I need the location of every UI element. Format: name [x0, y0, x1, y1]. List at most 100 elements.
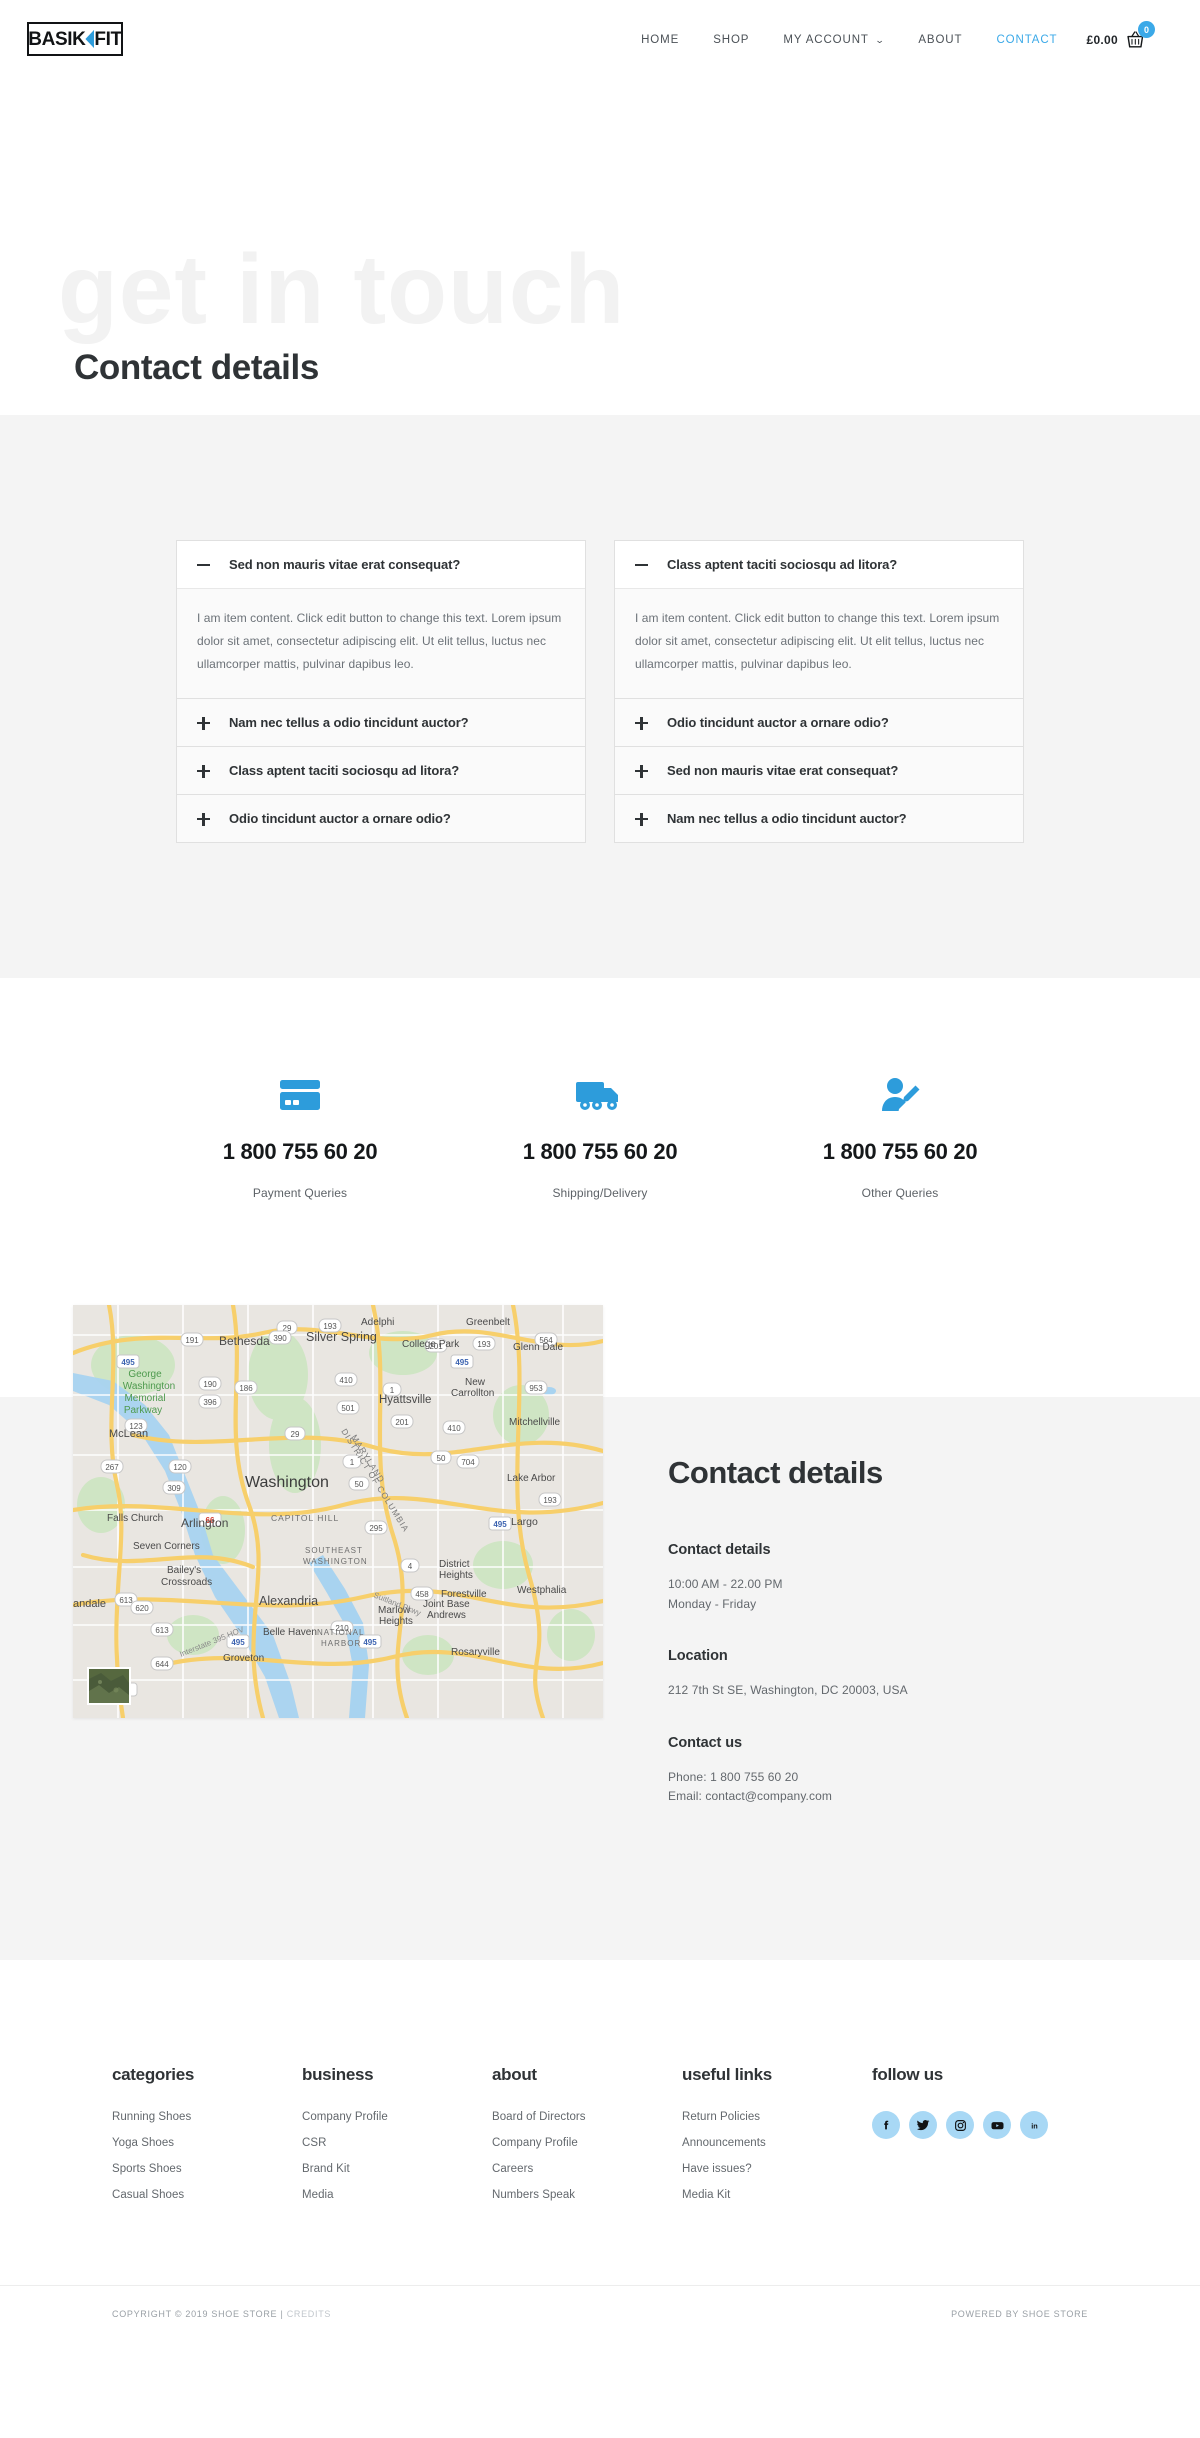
footer-heading: business — [302, 2065, 374, 2085]
nav-item-my-account[interactable]: MY ACCOUNT ⌄ — [766, 34, 901, 46]
footer-link[interactable]: Casual Shoes — [112, 2189, 302, 2201]
chevron-down-icon: ⌄ — [874, 34, 886, 45]
accordion-header[interactable]: Sed non mauris vitae erat consequat? — [177, 541, 585, 588]
svg-text:4: 4 — [408, 1562, 413, 1571]
plus-icon — [635, 716, 653, 730]
footer-link[interactable]: Company Profile — [302, 2111, 492, 2123]
accordion-title: Sed non mauris vitae erat consequat? — [667, 763, 899, 779]
svg-text:Seven Corners: Seven Corners — [133, 1541, 200, 1552]
accordion-title: Sed non mauris vitae erat consequat? — [229, 557, 461, 572]
footer-link[interactable]: Media — [302, 2189, 492, 2201]
accordion-header[interactable]: Class aptent taciti sociosqu ad litora? — [177, 747, 585, 795]
svg-text:Carrollton: Carrollton — [451, 1388, 494, 1399]
accordion-header[interactable]: Odio tincidunt auctor a ornare odio? — [177, 795, 585, 843]
accordion-title: Odio tincidunt auctor a ornare odio? — [229, 811, 451, 827]
facebook-icon[interactable] — [872, 2111, 900, 2140]
svg-text:Falls Church: Falls Church — [107, 1513, 163, 1524]
accordion-title: Nam nec tellus a odio tincidunt auctor? — [229, 715, 469, 731]
linkedin-icon[interactable]: in — [1020, 2111, 1048, 2140]
faq-columns: Sed non mauris vitae erat consequat? I a… — [176, 540, 1024, 844]
footer-link[interactable]: Yoga Shoes — [112, 2137, 302, 2149]
accordion-item: Sed non mauris vitae erat consequat? I a… — [176, 540, 586, 699]
accordion-header[interactable]: Odio tincidunt auctor a ornare odio? — [615, 699, 1023, 747]
youtube-icon[interactable] — [983, 2111, 1011, 2140]
footer-link[interactable]: Media Kit — [682, 2189, 872, 2201]
nav-item-home[interactable]: HOME — [624, 34, 696, 46]
svg-text:Washington: Washington — [123, 1381, 175, 1392]
svg-text:190: 190 — [203, 1380, 217, 1389]
svg-text:613: 613 — [119, 1596, 133, 1605]
svg-text:Heights: Heights — [439, 1570, 473, 1581]
svg-text:NATIONAL: NATIONAL — [317, 1628, 364, 1637]
credits-link[interactable]: CREDITS — [287, 2309, 331, 2319]
svg-text:Andrews: Andrews — [427, 1610, 466, 1621]
accordion-header[interactable]: Sed non mauris vitae erat consequat? — [615, 747, 1023, 795]
footer-link[interactable]: Board of Directors — [492, 2111, 682, 2123]
phone-label: Shipping/Delivery — [552, 1186, 648, 1201]
footer-link[interactable]: Careers — [492, 2163, 682, 2175]
nav-label: SHOP — [713, 34, 750, 46]
svg-text:295: 295 — [369, 1524, 383, 1533]
nav-item-about[interactable]: ABOUT — [901, 34, 979, 46]
footer-link[interactable]: Return Policies — [682, 2111, 872, 2123]
accordion-item: Odio tincidunt auctor a ornare odio? — [176, 794, 586, 844]
phone-number: 1 800 755 60 20 — [822, 1139, 978, 1165]
svg-text:George: George — [128, 1369, 162, 1380]
svg-text:in: in — [1031, 2121, 1038, 2130]
footer-link[interactable]: CSR — [302, 2137, 492, 2149]
nav-item-shop[interactable]: SHOP — [696, 34, 766, 46]
svg-text:Bailey's: Bailey's — [167, 1565, 201, 1576]
footer-link[interactable]: Announcements — [682, 2137, 872, 2149]
twitter-icon[interactable] — [909, 2111, 937, 2140]
svg-text:201: 201 — [395, 1418, 409, 1427]
svg-text:704: 704 — [461, 1458, 475, 1467]
accordion-header[interactable]: Nam nec tellus a odio tincidunt auctor? — [177, 699, 585, 747]
svg-text:Westphalia: Westphalia — [517, 1585, 567, 1596]
map-satellite-thumbnail[interactable] — [87, 1667, 131, 1706]
contact-number-shipping: 1 800 755 60 20 Shipping/Delivery — [450, 1073, 750, 1200]
accordion-title: Class aptent taciti sociosqu ad litora? — [229, 763, 460, 779]
footer-link[interactable]: Sports Shoes — [112, 2163, 302, 2175]
location-map[interactable]: 495 191 190 396 123 267 120 309 29 193 3… — [73, 1305, 603, 1719]
svg-text:495: 495 — [363, 1638, 377, 1647]
footer-link[interactable]: Company Profile — [492, 2137, 682, 2149]
copyright-label: COPYRIGHT © 2019 SHOE STORE | — [112, 2309, 287, 2320]
svg-text:458: 458 — [415, 1590, 429, 1599]
svg-text:McLean: McLean — [109, 1428, 148, 1440]
svg-text:Crossroads: Crossroads — [161, 1577, 212, 1588]
svg-text:Joint Base: Joint Base — [423, 1599, 470, 1610]
cart-widget[interactable]: £0.00 0 — [1074, 21, 1155, 50]
svg-text:Rosaryville: Rosaryville — [451, 1647, 500, 1658]
nav-item-contact[interactable]: CONTACT — [979, 34, 1074, 46]
main-navigation: HOME SHOP MY ACCOUNT ⌄ ABOUT CONTACT £0.… — [624, 0, 1155, 80]
instagram-icon[interactable] — [946, 2111, 974, 2140]
nav-label: MY ACCOUNT — [783, 34, 869, 46]
shopping-basket-icon[interactable]: 0 — [1126, 21, 1155, 50]
site-logo[interactable]: BASIK FIT — [27, 22, 123, 56]
svg-text:Adelphi: Adelphi — [361, 1317, 394, 1328]
svg-text:Memorial: Memorial — [124, 1393, 165, 1404]
accordion-header[interactable]: Class aptent taciti sociosqu ad litora? — [615, 541, 1023, 588]
page-title: Contact details — [74, 348, 319, 387]
svg-text:District: District — [439, 1559, 470, 1570]
footer-link[interactable]: Brand Kit — [302, 2163, 492, 2175]
svg-text:Greenbelt: Greenbelt — [466, 1317, 510, 1328]
svg-text:267: 267 — [105, 1463, 119, 1472]
accordion-item: Class aptent taciti sociosqu ad litora? … — [614, 540, 1024, 699]
accordion-header[interactable]: Nam nec tellus a odio tincidunt auctor? — [615, 795, 1023, 843]
details-phone: Phone: 1 800 755 60 20 — [668, 1769, 799, 1784]
footer-heading: about — [492, 2065, 537, 2085]
credit-card-icon — [150, 1073, 450, 1117]
footer-heading: categories — [112, 2065, 195, 2085]
footer-link[interactable]: Have issues? — [682, 2163, 872, 2175]
footer-link[interactable]: Running Shoes — [112, 2111, 302, 2123]
phone-number: 1 800 755 60 20 — [222, 1139, 378, 1165]
map-and-details-section: 495 191 190 396 123 267 120 309 29 193 3… — [0, 1305, 1200, 1953]
hero-section: get in touch Contact details — [0, 80, 1200, 415]
svg-text:120: 120 — [173, 1463, 187, 1472]
svg-text:New: New — [465, 1377, 486, 1388]
footer-link[interactable]: Numbers Speak — [492, 2189, 682, 2201]
footer-column-categories: categories Running Shoes Yoga Shoes Spor… — [112, 2065, 302, 2215]
nav-label: CONTACT — [996, 34, 1058, 46]
svg-text:Bethesda: Bethesda — [219, 1334, 270, 1348]
